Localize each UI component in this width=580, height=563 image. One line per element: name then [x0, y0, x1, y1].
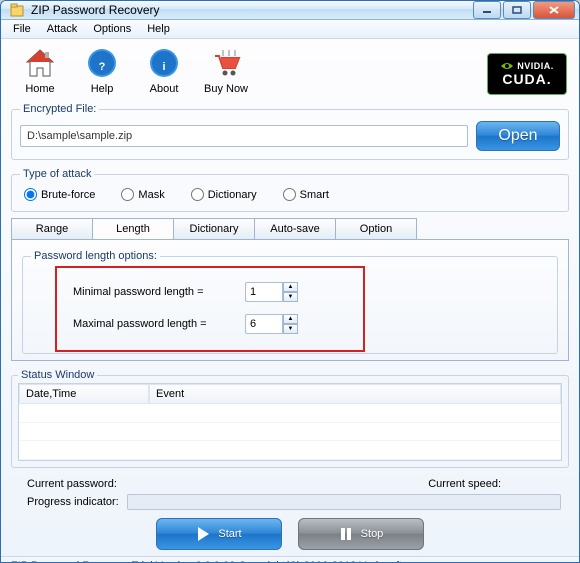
- nvidia-text: NVIDIA.: [517, 61, 554, 71]
- help-icon: ?: [84, 45, 120, 81]
- tab-range[interactable]: Range: [11, 218, 93, 239]
- tab-dictionary[interactable]: Dictionary: [173, 218, 255, 239]
- max-length-label: Maximal password length =: [73, 318, 237, 330]
- play-icon: [196, 526, 210, 542]
- radio-dictionary[interactable]: Dictionary: [191, 188, 257, 201]
- radio-brute-force-input[interactable]: [24, 188, 37, 201]
- close-button[interactable]: [533, 1, 575, 19]
- svg-text:i: i: [162, 61, 165, 73]
- tab-panel-length: Password length options: Minimal passwor…: [11, 239, 569, 361]
- file-legend: Encrypted File:: [20, 103, 99, 115]
- status-legend: Status Window: [18, 369, 97, 381]
- tab-auto-save[interactable]: Auto-save: [254, 218, 336, 239]
- toolbar-home-label: Home: [25, 83, 54, 95]
- stop-button[interactable]: Stop: [298, 518, 424, 550]
- attack-fieldset: Type of attack Brute-force Mask Dictiona…: [11, 168, 569, 212]
- progress-bar: [127, 494, 561, 510]
- max-length-input[interactable]: [245, 314, 283, 334]
- status-col-datetime: Date,Time: [19, 384, 149, 404]
- radio-smart-input[interactable]: [283, 188, 296, 201]
- min-length-down[interactable]: ▼: [283, 292, 298, 302]
- current-speed-label: Current speed:: [428, 478, 501, 490]
- app-window: ZIP Password Recovery File Attack Option…: [0, 0, 580, 563]
- toolbar-help[interactable]: ? Help: [75, 45, 129, 95]
- status-col-event: Event: [149, 384, 561, 404]
- cuda-text: CUDA.: [502, 71, 551, 87]
- menu-file[interactable]: File: [5, 20, 39, 38]
- status-fieldset: Status Window Date,Time Event: [11, 369, 569, 468]
- app-icon: [9, 2, 25, 18]
- menu-attack[interactable]: Attack: [39, 20, 86, 38]
- toolbar-help-label: Help: [91, 83, 114, 95]
- file-path-input[interactable]: [20, 125, 468, 147]
- table-row: [19, 441, 561, 460]
- tab-length[interactable]: Length: [92, 218, 174, 239]
- content-area: Home ? Help i About Buy Now NVIDIA. CUDA…: [1, 39, 579, 556]
- statusbar: ZIP Password Recovery Trial,Version 6.0.…: [1, 556, 579, 563]
- highlight-box: Minimal password length = ▲▼ Maximal pas…: [55, 266, 365, 352]
- status-table: Date,Time Event: [18, 383, 562, 461]
- current-password-label: Current password:: [27, 478, 117, 490]
- menu-help[interactable]: Help: [139, 20, 178, 38]
- file-fieldset: Encrypted File: Open: [11, 103, 569, 160]
- min-length-label: Minimal password length =: [73, 286, 237, 298]
- toolbar: Home ? Help i About Buy Now NVIDIA. CUDA…: [9, 43, 571, 101]
- maximize-button[interactable]: [503, 1, 531, 19]
- table-row: [19, 404, 561, 423]
- titlebar[interactable]: ZIP Password Recovery: [1, 1, 579, 20]
- home-icon: [22, 45, 58, 81]
- window-title: ZIP Password Recovery: [31, 3, 473, 17]
- min-length-input[interactable]: [245, 282, 283, 302]
- nvidia-eye-icon: [500, 61, 514, 71]
- about-icon: i: [146, 45, 182, 81]
- pause-icon: [339, 526, 353, 542]
- max-length-spinner: ▲▼: [245, 314, 298, 334]
- toolbar-home[interactable]: Home: [13, 45, 67, 95]
- min-length-up[interactable]: ▲: [283, 282, 298, 292]
- window-controls: [473, 1, 575, 19]
- min-length-spinner: ▲▼: [245, 282, 298, 302]
- radio-mask[interactable]: Mask: [121, 188, 164, 201]
- radio-mask-input[interactable]: [121, 188, 134, 201]
- toolbar-about-label: About: [150, 83, 179, 95]
- table-row: [19, 423, 561, 442]
- progress-label: Progress indicator:: [27, 496, 119, 508]
- toolbar-buy-label: Buy Now: [204, 83, 248, 95]
- length-legend: Password length options:: [31, 250, 160, 262]
- minimize-button[interactable]: [473, 1, 501, 19]
- attack-legend: Type of attack: [20, 168, 94, 180]
- tab-option[interactable]: Option: [335, 218, 417, 239]
- toolbar-buy[interactable]: Buy Now: [199, 45, 253, 95]
- max-length-down[interactable]: ▼: [283, 324, 298, 334]
- radio-dictionary-input[interactable]: [191, 188, 204, 201]
- run-buttons: Start Stop: [9, 516, 571, 554]
- menu-options[interactable]: Options: [85, 20, 139, 38]
- svg-text:?: ?: [99, 61, 106, 73]
- cuda-badge: NVIDIA. CUDA.: [487, 53, 567, 95]
- info-row: Current password: Current speed:: [9, 474, 571, 492]
- progress-row: Progress indicator:: [9, 492, 571, 516]
- start-button[interactable]: Start: [156, 518, 282, 550]
- toolbar-about[interactable]: i About: [137, 45, 191, 95]
- cart-icon: [208, 45, 244, 81]
- max-length-up[interactable]: ▲: [283, 314, 298, 324]
- open-button[interactable]: Open: [476, 121, 560, 151]
- radio-brute-force[interactable]: Brute-force: [24, 188, 95, 201]
- tab-strip: Range Length Dictionary Auto-save Option: [11, 218, 569, 239]
- radio-smart[interactable]: Smart: [283, 188, 329, 201]
- menubar: File Attack Options Help: [1, 20, 579, 39]
